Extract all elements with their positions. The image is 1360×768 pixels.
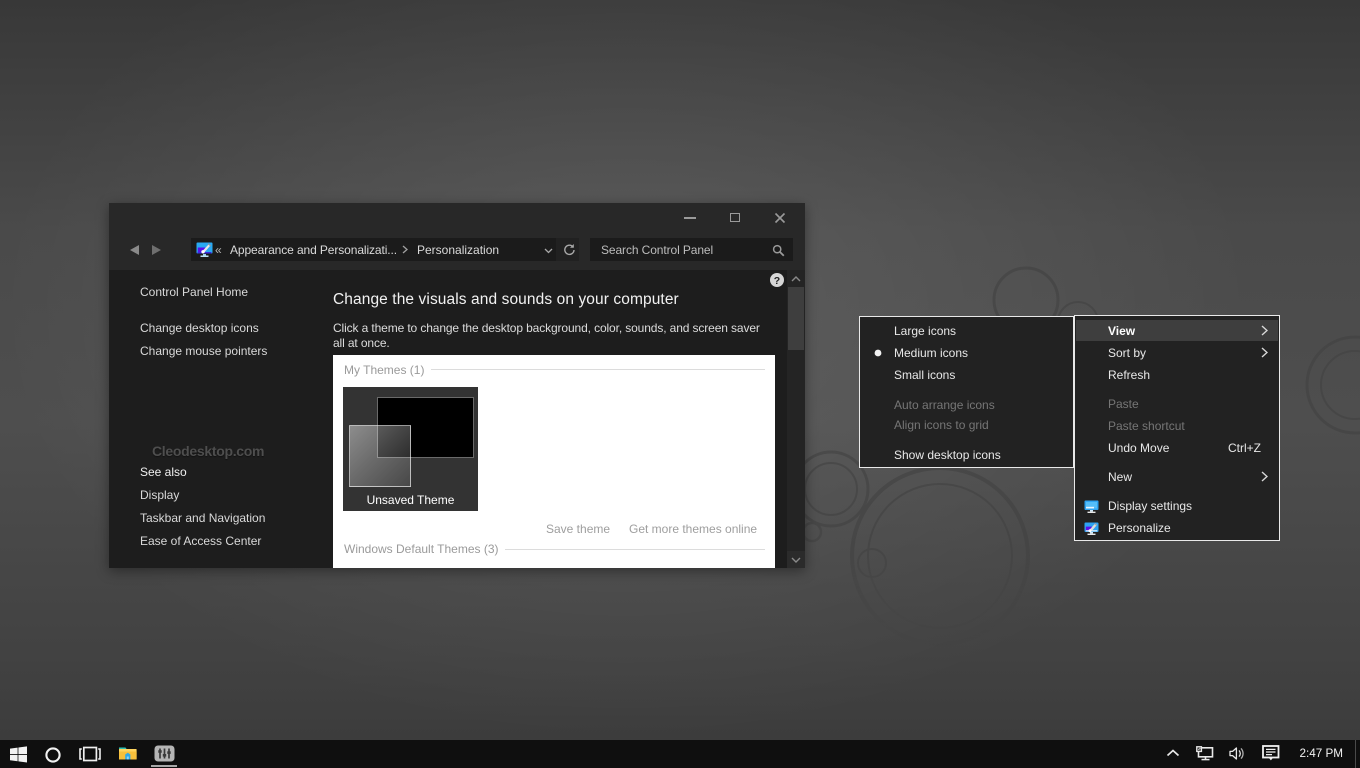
svg-text:?: ? (774, 275, 780, 287)
